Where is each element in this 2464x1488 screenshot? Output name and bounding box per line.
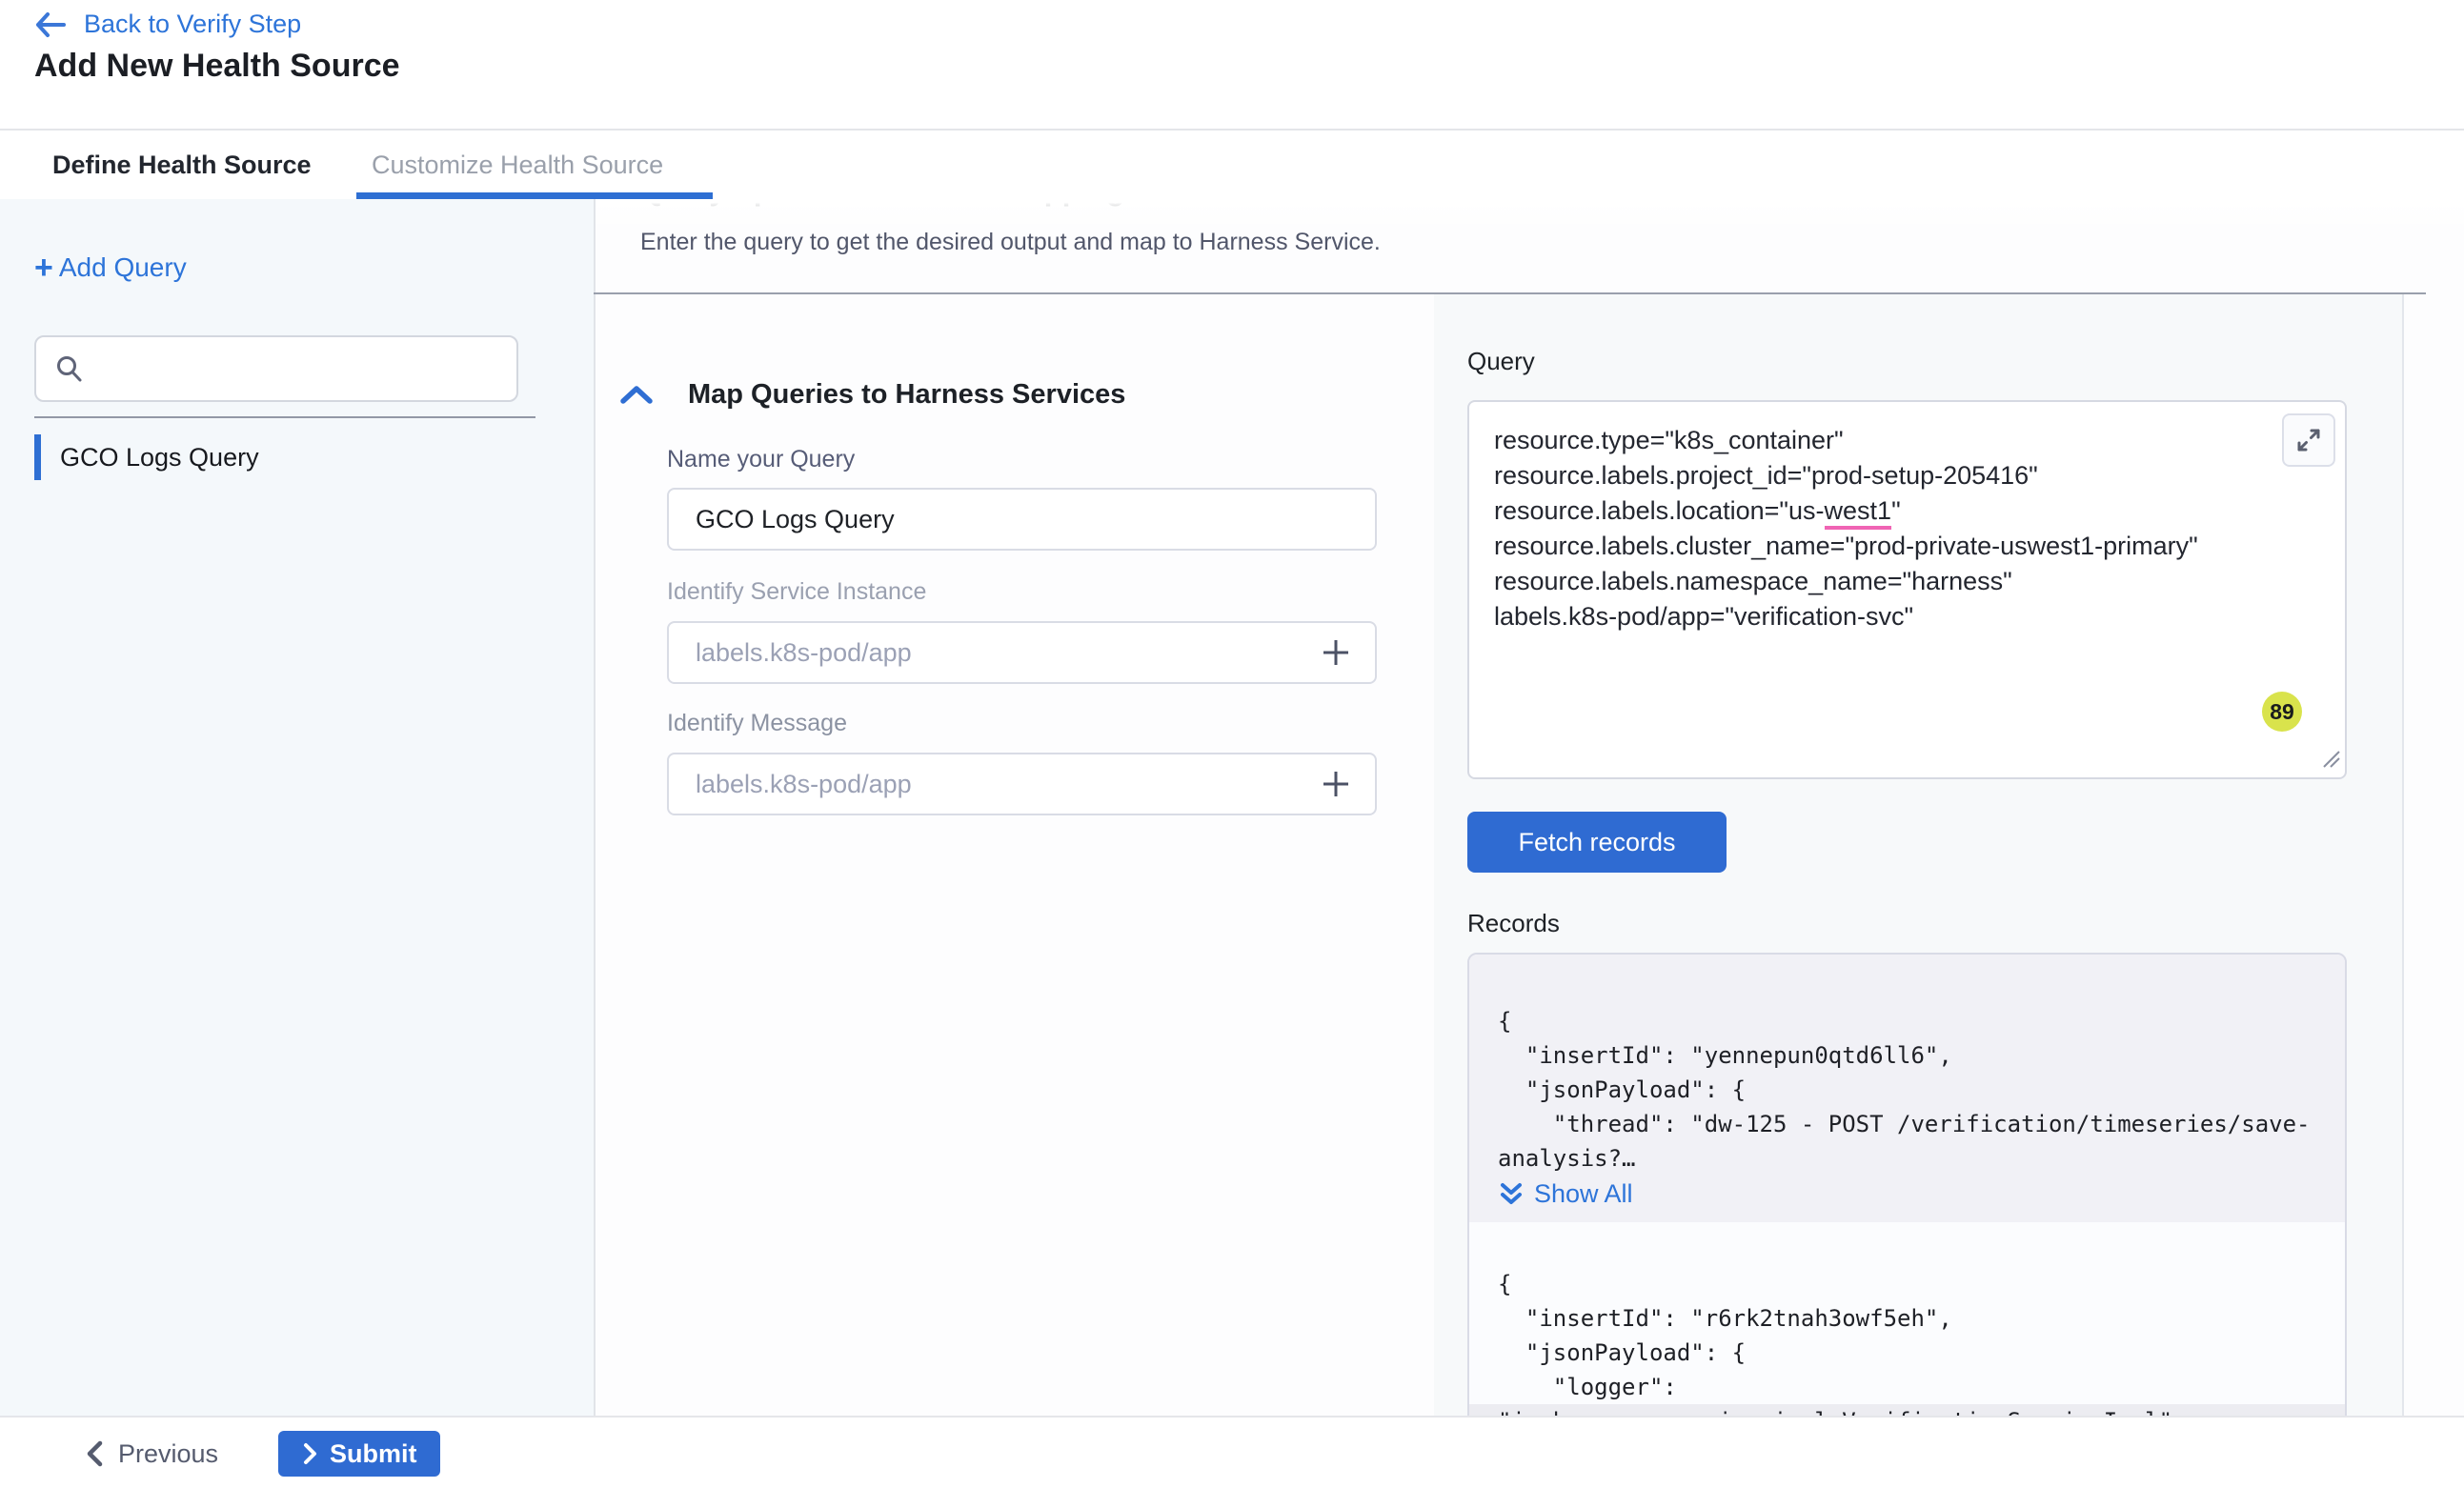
- query-search-input[interactable]: [34, 335, 518, 402]
- collapse-section-chevron-up-icon[interactable]: [617, 383, 656, 412]
- record-card: { "insertId": "r6rk2tnah3owf5eh", "jsonP…: [1469, 1267, 2345, 1438]
- records-panel: { "insertId": "yennepun0qtd6ll6", "jsonP…: [1467, 953, 2347, 1467]
- previous-label: Previous: [118, 1439, 218, 1469]
- service-instance-input[interactable]: labels.k8s-pod/app: [667, 621, 1377, 684]
- submit-label: Submit: [330, 1439, 417, 1469]
- query-text: resource.type="k8s_container"resource.la…: [1494, 423, 2321, 634]
- page-title: Add New Health Source: [34, 48, 400, 85]
- active-tab-underline: [356, 192, 713, 199]
- scroll-fade-overlay: [596, 197, 2464, 231]
- add-message-plus-icon[interactable]: [1320, 768, 1352, 800]
- submit-button[interactable]: Submit: [278, 1431, 440, 1477]
- query-sidebar: + Add Query GCO Logs Query: [0, 197, 594, 1416]
- message-placeholder: labels.k8s-pod/app: [696, 770, 1320, 799]
- expand-query-button[interactable]: [2282, 413, 2335, 467]
- sidebar-item-gco-logs-query[interactable]: GCO Logs Query: [34, 433, 530, 481]
- identify-service-instance-label: Identify Service Instance: [667, 578, 926, 606]
- query-item-label: GCO Logs Query: [60, 443, 259, 473]
- back-link-label: Back to Verify Step: [84, 10, 301, 39]
- record-json: { "insertId": "r6rk2tnah3owf5eh", "jsonP…: [1498, 1267, 2320, 1438]
- plus-icon: +: [34, 254, 53, 281]
- add-query-label: Add Query: [59, 252, 187, 283]
- show-all-link[interactable]: Show All: [1498, 1179, 1633, 1209]
- identify-message-label: Identify Message: [667, 710, 847, 737]
- section-subtitle: Enter the query to get the desired outpu…: [640, 229, 1381, 256]
- add-service-instance-plus-icon[interactable]: [1320, 636, 1352, 669]
- record-card: { "insertId": "yennepun0qtd6ll6", "jsonP…: [1469, 955, 2345, 1222]
- service-instance-placeholder: labels.k8s-pod/app: [696, 638, 1320, 668]
- query-name-input[interactable]: GCO Logs Query: [667, 488, 1377, 551]
- resize-handle[interactable]: [2320, 748, 2341, 774]
- back-arrow-icon: [34, 10, 67, 39]
- query-label: Query: [1467, 347, 1535, 376]
- selected-indicator-bar: [34, 434, 41, 480]
- chevron-left-icon: [84, 1439, 105, 1468]
- footer-bar: Previous Submit: [0, 1416, 2464, 1488]
- add-query-button[interactable]: + Add Query: [34, 252, 187, 283]
- chevron-right-icon: [301, 1441, 318, 1466]
- query-name-value: GCO Logs Query: [696, 505, 1352, 534]
- show-all-label: Show All: [1534, 1179, 1633, 1209]
- fetch-records-button[interactable]: Fetch records: [1467, 812, 1727, 873]
- character-count-badge: 89: [2262, 692, 2302, 732]
- record-json: { "insertId": "yennepun0qtd6ll6", "jsonP…: [1498, 1004, 2320, 1176]
- back-to-verify-step-link[interactable]: Back to Verify Step: [34, 10, 301, 39]
- query-textarea[interactable]: resource.type="k8s_container"resource.la…: [1467, 400, 2347, 779]
- add-health-source-page: Back to Verify Step Add New Health Sourc…: [0, 0, 2464, 1488]
- tab-customize-health-source[interactable]: Customize Health Source: [372, 131, 663, 199]
- tab-bar: Define Health Source Customize Health So…: [0, 129, 2464, 199]
- tab-define-health-source[interactable]: Define Health Source: [52, 131, 312, 199]
- message-input[interactable]: labels.k8s-pod/app: [667, 753, 1377, 815]
- sidebar-divider: [34, 416, 535, 418]
- search-icon: [55, 354, 84, 383]
- name-query-label: Name your Query: [667, 446, 855, 473]
- previous-button[interactable]: Previous: [84, 1418, 218, 1488]
- map-queries-heading: Map Queries to Harness Services: [688, 379, 1125, 411]
- double-chevron-down-icon: [1498, 1180, 1525, 1209]
- expand-icon: [2295, 427, 2322, 453]
- records-label: Records: [1467, 909, 1560, 938]
